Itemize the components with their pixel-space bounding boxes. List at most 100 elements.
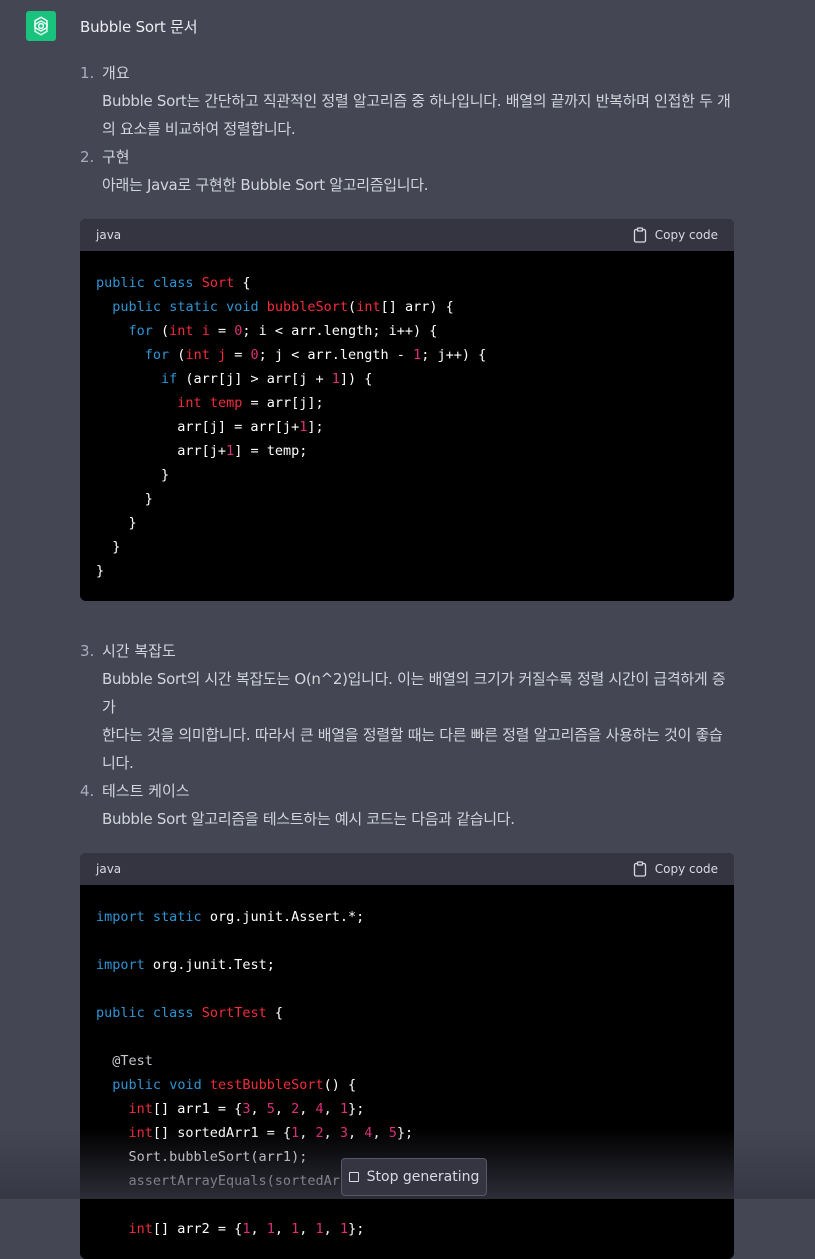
code-line: public static void bubbleSort(int[] arr)… <box>96 295 718 319</box>
code-block: java Copy code public class Sort { publi… <box>80 219 734 601</box>
code-token: int <box>128 1125 153 1141</box>
code-language-label: java <box>96 228 122 242</box>
code-token: ( <box>169 347 186 363</box>
code-language-label: java <box>96 862 122 876</box>
code-token: void <box>226 299 259 315</box>
section-number: 1. <box>80 64 95 82</box>
section-overview: 1. 개요 Bubble Sort는 간단하고 직관적인 정렬 알고리즘 중 하… <box>80 59 734 143</box>
code-token: void <box>169 1077 202 1093</box>
section-heading: 시간 복잡도 <box>102 642 176 660</box>
code-token: } <box>96 515 137 531</box>
clipboard-icon <box>633 861 646 877</box>
section-heading: 구현 <box>102 148 130 166</box>
code-token: public <box>112 299 162 315</box>
code-token: import <box>96 957 145 973</box>
code-token: static <box>152 909 202 925</box>
code-token: int <box>128 1101 153 1117</box>
code-token: for <box>128 323 153 339</box>
section-time-complexity: 3. 시간 복잡도 Bubble Sort의 시간 복잡도는 O(n^2)입니다… <box>80 637 734 777</box>
code-token: bubbleSort <box>266 299 349 315</box>
code-token: , <box>299 1221 316 1237</box>
code-token: } <box>96 491 153 507</box>
code-token: , <box>372 1125 389 1141</box>
code-token: ; j < arr.length - <box>258 347 414 363</box>
code-line: import org.junit.Test; <box>96 953 718 977</box>
code-line: import static org.junit.Assert.*; <box>96 905 718 929</box>
code-token: i <box>201 323 210 339</box>
code-token: int <box>185 347 210 363</box>
section-text-line: Bubble Sort 알고리즘을 테스트하는 예시 코드는 다음과 같습니다. <box>102 810 515 828</box>
code-token: ] = temp; <box>234 443 308 459</box>
code-token: 4 <box>315 1101 324 1117</box>
stop-generating-button[interactable]: Stop generating <box>341 1158 487 1196</box>
code-line: @Test <box>96 1049 718 1073</box>
code-line: } <box>96 487 718 511</box>
code-token: 1 <box>315 1221 324 1237</box>
code-token: [] arr2 = { <box>152 1221 243 1237</box>
code-line: public class Sort { <box>96 271 718 295</box>
code-token: (arr[j] > arr[j + <box>177 371 332 387</box>
code-line: public void testBubbleSort() { <box>96 1073 718 1097</box>
code-line: int temp = arr[j]; <box>96 391 718 415</box>
code-token: org.junit.Assert.*; <box>201 909 365 925</box>
stop-square-icon <box>348 1172 359 1182</box>
section-number: 3. <box>80 642 95 660</box>
code-token: Sort <box>201 275 235 291</box>
clipboard-icon <box>633 227 646 243</box>
code-token: 1 <box>413 347 422 363</box>
code-token: 1 <box>266 1221 275 1237</box>
code-token: int <box>169 323 194 339</box>
code-token: j <box>217 347 227 363</box>
code-token: int <box>177 395 202 411</box>
code-line: } <box>96 511 718 535</box>
code-token: 2 <box>315 1125 324 1141</box>
openai-logo-icon <box>26 11 56 41</box>
section-text-line: 아래는 Java로 구현한 Bubble Sort 알고리즘입니다. <box>102 176 429 194</box>
code-token: 1 <box>291 1221 300 1237</box>
code-token: public <box>96 275 145 291</box>
code-token: import <box>96 909 145 925</box>
code-token: [] arr1 = { <box>152 1101 243 1117</box>
copy-code-label: Copy code <box>654 862 718 876</box>
code-token: () { <box>323 1077 357 1093</box>
section-text-line: Bubble Sort의 시간 복잡도는 O(n^2)입니다. 이는 배열의 크… <box>102 670 726 716</box>
code-token: @Test <box>112 1053 153 1069</box>
code-token: , <box>274 1221 292 1237</box>
code-body: import static org.junit.Assert.*; import … <box>80 885 734 1259</box>
stop-generating-label: Stop generating <box>366 1169 480 1185</box>
code-token: arr[j] = arr[j+ <box>96 419 300 435</box>
section-implementation: 2. 구현 아래는 Java로 구현한 Bubble Sort 알고리즘입니다. <box>80 143 734 199</box>
code-token: ]; <box>307 419 324 435</box>
code-token: class <box>152 275 194 291</box>
code-token: 1 <box>226 443 235 459</box>
code-token: int <box>356 299 381 315</box>
copy-code-button[interactable]: Copy code <box>633 861 718 877</box>
code-token: }; <box>348 1101 365 1117</box>
code-body: public class Sort { public static void b… <box>80 251 734 601</box>
code-token: }; <box>348 1221 365 1237</box>
code-token: org.junit.Test; <box>144 957 275 973</box>
code-token: , <box>250 1101 267 1117</box>
code-line: arr[j] = arr[j+1]; <box>96 415 718 439</box>
code-token: arr[j+ <box>96 443 227 459</box>
code-token: Sort.bubbleSort(arr1); <box>96 1149 308 1165</box>
code-token: 1 <box>242 1221 251 1237</box>
code-token: [] sortedArr1 = { <box>152 1125 292 1141</box>
copy-code-button[interactable]: Copy code <box>633 227 718 243</box>
section-heading: 개요 <box>102 64 130 82</box>
section-number: 2. <box>80 148 95 166</box>
code-token: 3 <box>339 1125 349 1141</box>
